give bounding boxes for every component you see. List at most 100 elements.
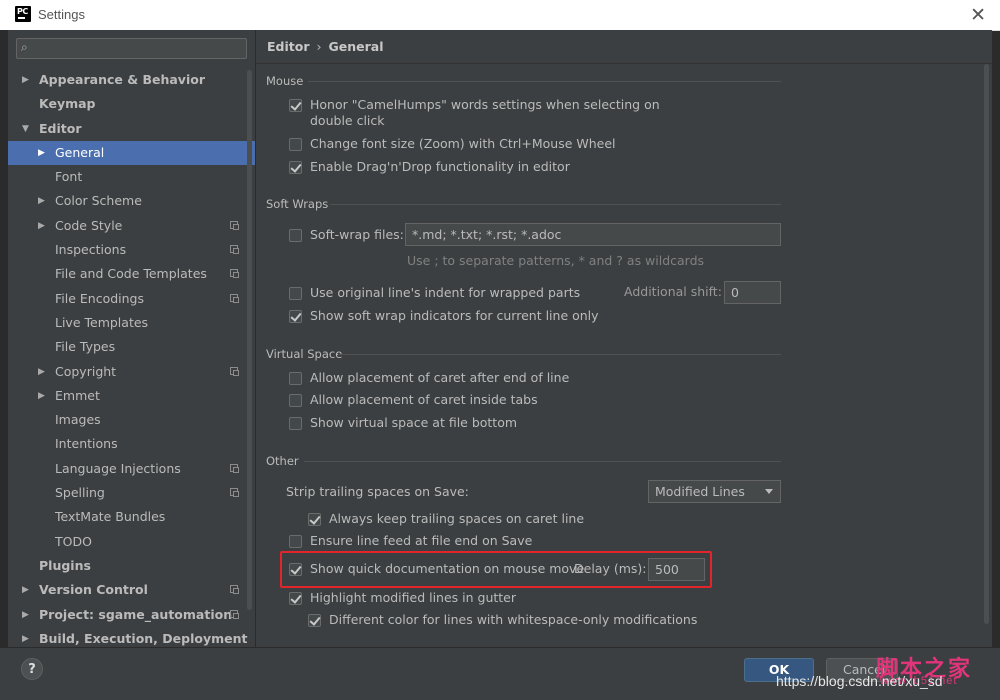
settings-tree: ▶ Appearance & Behavior Keymap ▼ Editor ▶ Gene… [8, 68, 255, 647]
project-scope-icon [230, 585, 239, 595]
original-indent-checkbox[interactable] [289, 287, 302, 300]
quick-doc-checkbox[interactable] [289, 563, 302, 576]
sidebar-item-inspections[interactable]: Inspections [8, 238, 255, 262]
sidebar-item-label: File Types [55, 339, 116, 355]
sidebar-item-label: General [55, 144, 105, 160]
chevron-right-icon[interactable]: ▶ [38, 141, 45, 165]
background-editor-sliver [0, 30, 8, 647]
sidebar-item-spelling[interactable]: Spelling [8, 481, 255, 505]
highlight-modified-checkbox[interactable] [289, 592, 302, 605]
sidebar-item-label: File Encodings [55, 290, 145, 306]
camelhumps-checkbox[interactable] [289, 99, 302, 112]
content-scrollbar-thumb[interactable] [984, 64, 989, 624]
sidebar-item-live-templates[interactable]: Live Templates [8, 311, 255, 335]
settings-search[interactable]: ⌕ [16, 38, 247, 59]
sidebar-scrollbar[interactable] [247, 70, 252, 610]
help-button[interactable]: ? [21, 658, 43, 680]
sidebar-item-font[interactable]: Font [8, 165, 255, 189]
additional-shift-field[interactable]: 0 [724, 281, 781, 304]
search-input[interactable] [39, 40, 243, 58]
sidebar-item-label: File and Code Templates [55, 266, 207, 282]
project-scope-icon [230, 245, 239, 255]
breadcrumb-parent[interactable]: Editor [267, 39, 310, 54]
dragdrop-checkbox[interactable] [289, 161, 302, 174]
sidebar-item-label: Live Templates [55, 314, 149, 330]
content-scrollbar[interactable] [984, 64, 989, 644]
chevron-right-icon[interactable]: ▶ [38, 189, 45, 213]
zoom-checkbox[interactable] [289, 138, 302, 151]
sidebar-item-images[interactable]: Images [8, 408, 255, 432]
sidebar-item-plugins[interactable]: Plugins [8, 554, 255, 578]
sidebar-item-file-encodings[interactable]: File Encodings [8, 287, 255, 311]
chevron-right-icon[interactable]: ▶ [38, 360, 45, 384]
sidebar-item-label: Intentions [55, 436, 118, 452]
whitespace-modifications-checkbox[interactable] [308, 614, 321, 627]
dialog-button-bar: ? OK Cancel 脚本之家 www.jb51.net https://bl… [0, 647, 1000, 700]
virtual-space-bottom-checkbox[interactable] [289, 417, 302, 430]
search-icon: ⌕ [21, 40, 28, 54]
sidebar-item-label: Font [55, 169, 83, 185]
sidebar-item-label: Build, Execution, Deployment [39, 630, 248, 646]
sidebar-item-code-style[interactable]: ▶ Code Style [8, 214, 255, 238]
sidebar-item-intentions[interactable]: Intentions [8, 432, 255, 456]
sidebar-item-appearance-behavior[interactable]: ▶ Appearance & Behavior [8, 68, 255, 92]
section-title-virtual-space: Virtual Space [266, 347, 343, 361]
project-scope-icon [230, 488, 239, 498]
sidebar-item-copyright[interactable]: ▶ Copyright [8, 360, 255, 384]
chevron-right-icon[interactable]: ▶ [22, 627, 29, 647]
sidebar-item-label: Spelling [55, 485, 105, 501]
quick-doc-label: Show quick documentation on mouse move [310, 561, 585, 576]
pycharm-logo-icon: PC [15, 6, 31, 22]
softwrap-patterns-field[interactable]: *.md; *.txt; *.rst; *.adoc [405, 223, 781, 246]
close-icon[interactable]: ✕ [970, 4, 986, 26]
sidebar-item-textmate-bundles[interactable]: TextMate Bundles [8, 505, 255, 529]
section-divider [338, 354, 781, 355]
wrap-indicators-checkbox[interactable] [289, 310, 302, 323]
project-scope-icon [230, 366, 239, 376]
sidebar-item-file-and-code-templates[interactable]: File and Code Templates [8, 262, 255, 286]
sidebar-item-build-execution-deployment[interactable]: ▶ Build, Execution, Deployment [8, 627, 255, 647]
whitespace-modifications-label: Different color for lines with whitespac… [329, 612, 698, 627]
delay-field[interactable]: 500 [648, 558, 705, 581]
strip-trailing-dropdown[interactable]: Modified Lines [648, 480, 781, 503]
chevron-right-icon[interactable]: ▶ [38, 214, 45, 238]
project-scope-icon [230, 463, 239, 473]
sidebar-item-general[interactable]: ▶ General [8, 140, 255, 166]
settings-content: Editor › General Mouse Honor "CamelHumps" … [256, 30, 992, 647]
caret-inside-tabs-checkbox[interactable] [289, 394, 302, 407]
project-scope-icon [230, 293, 239, 303]
camelhumps-label-line2: double click [310, 113, 385, 128]
project-scope-icon [230, 220, 239, 230]
sidebar-item-color-scheme[interactable]: ▶ Color Scheme [8, 189, 255, 213]
sidebar-item-keymap[interactable]: Keymap [8, 92, 255, 116]
softwrap-files-checkbox[interactable] [289, 229, 302, 242]
caret-after-end-checkbox[interactable] [289, 372, 302, 385]
ensure-linefeed-checkbox[interactable] [289, 535, 302, 548]
sidebar-item-editor[interactable]: ▼ Editor [8, 117, 255, 141]
sidebar-item-file-types[interactable]: File Types [8, 335, 255, 359]
sidebar-item-label: Code Style [55, 217, 123, 233]
keep-trailing-label: Always keep trailing spaces on caret lin… [329, 511, 585, 526]
sidebar-item-todo[interactable]: TODO [8, 530, 255, 554]
strip-trailing-label: Strip trailing spaces on Save: [286, 484, 469, 499]
chevron-down-icon[interactable]: ▼ [22, 117, 29, 141]
sidebar-item-project-sgame-automation[interactable]: ▶ Project: sgame_automation [8, 603, 255, 627]
header-divider [256, 63, 992, 64]
keep-trailing-checkbox[interactable] [308, 513, 321, 526]
sidebar-item-emmet[interactable]: ▶ Emmet [8, 384, 255, 408]
chevron-right-icon[interactable]: ▶ [22, 578, 29, 602]
caret-inside-tabs-label: Allow placement of caret inside tabs [310, 392, 538, 407]
chevron-right-icon[interactable]: ▶ [38, 384, 45, 408]
sidebar-item-label: Images [55, 412, 101, 428]
chevron-right-icon[interactable]: ▶ [22, 603, 29, 627]
chevron-right-icon[interactable]: ▶ [22, 68, 29, 92]
watermark-url: https://blog.csdn.net/xu_sd [776, 673, 943, 689]
sidebar-item-label: Color Scheme [55, 193, 142, 209]
title-bar: PC Settings ✕ [0, 0, 1000, 31]
highlight-modified-label: Highlight modified lines in gutter [310, 590, 517, 605]
sidebar-item-label: Editor [39, 120, 82, 136]
caret-after-end-label: Allow placement of caret after end of li… [310, 370, 570, 385]
ensure-linefeed-label: Ensure line feed at file end on Save [310, 533, 533, 548]
sidebar-item-version-control[interactable]: ▶ Version Control [8, 578, 255, 602]
sidebar-item-language-injections[interactable]: Language Injections [8, 457, 255, 481]
